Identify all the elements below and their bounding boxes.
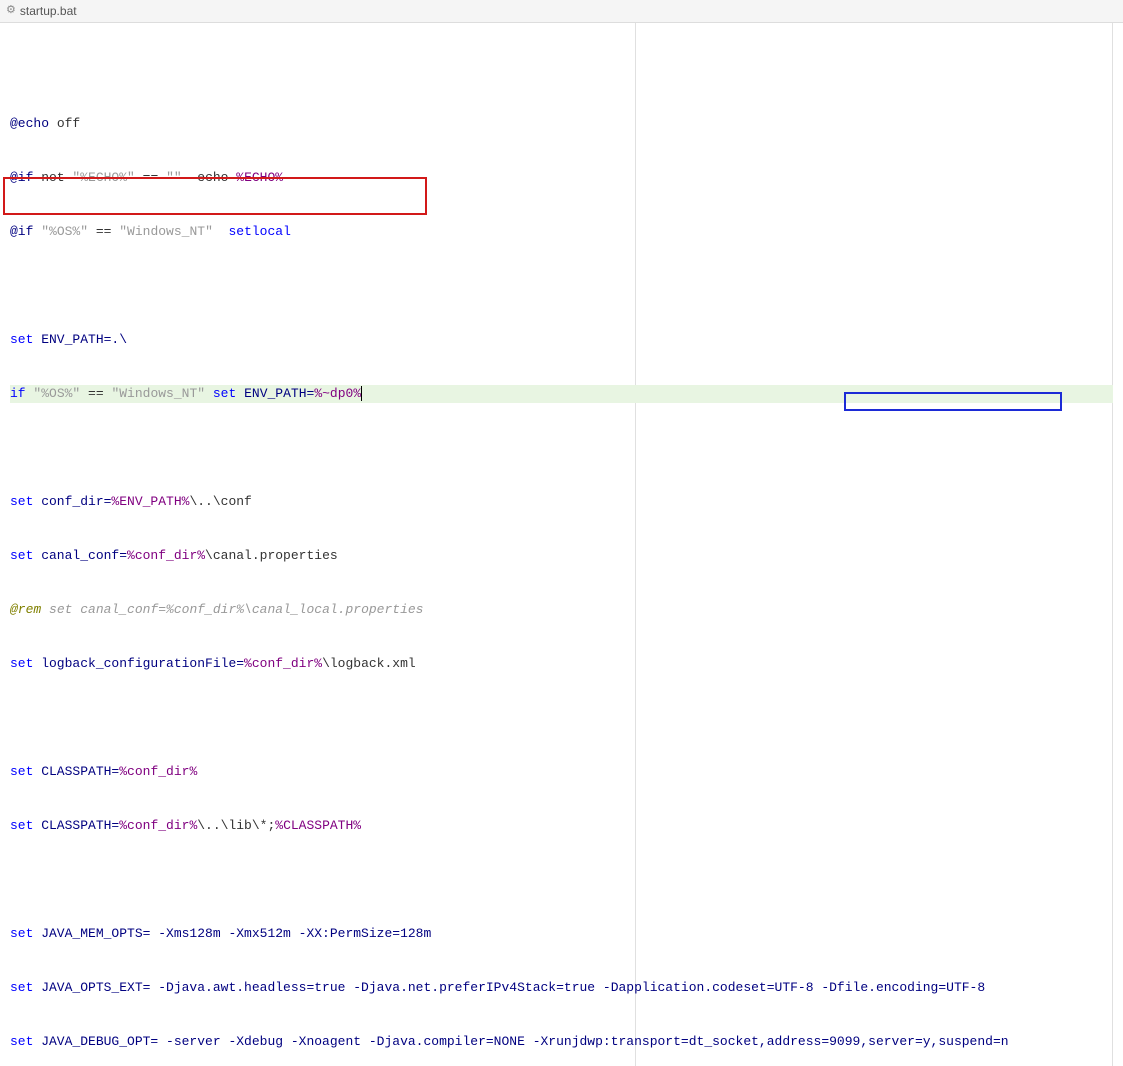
tab-filename[interactable]: startup.bat: [20, 2, 77, 20]
code-line: set JAVA_MEM_OPTS= -Xms128m -Xmx512m -XX…: [10, 925, 1113, 943]
code-line: set canal_conf=%conf_dir%\canal.properti…: [10, 547, 1113, 565]
code-line-blank: [10, 871, 1113, 889]
code-line: set ENV_PATH=.\: [10, 331, 1113, 349]
code-line: @if "%OS%" == "Windows_NT" setlocal: [10, 223, 1113, 241]
code-line: @rem set canal_conf=%conf_dir%\canal_loc…: [10, 601, 1113, 619]
code-line-blank: [10, 439, 1113, 457]
code-line-blank: [10, 277, 1113, 295]
code-line-current: if "%OS%" == "Windows_NT" set ENV_PATH=%…: [10, 385, 1113, 403]
code-line: set JAVA_DEBUG_OPT= -server -Xdebug -Xno…: [10, 1033, 1113, 1051]
code-line: @if not "%ECHO%" == "" echo %ECHO%: [10, 169, 1113, 187]
text-cursor: [361, 386, 362, 401]
gear-icon: ⚙: [6, 2, 16, 20]
code-editor[interactable]: @echo off @if not "%ECHO%" == "" echo %E…: [0, 23, 1123, 1066]
code-line: set CLASSPATH=%conf_dir%: [10, 763, 1113, 781]
code-line-blank: [10, 709, 1113, 727]
code-line: set conf_dir=%ENV_PATH%\..\conf: [10, 493, 1113, 511]
code-line: set logback_configurationFile=%conf_dir%…: [10, 655, 1113, 673]
code-line: @echo off: [10, 115, 1113, 133]
code-line: set CLASSPATH=%conf_dir%\..\lib\*;%CLASS…: [10, 817, 1113, 835]
code-line: set JAVA_OPTS_EXT= -Djava.awt.headless=t…: [10, 979, 1113, 997]
tab-bar: ⚙ startup.bat: [0, 0, 1123, 23]
